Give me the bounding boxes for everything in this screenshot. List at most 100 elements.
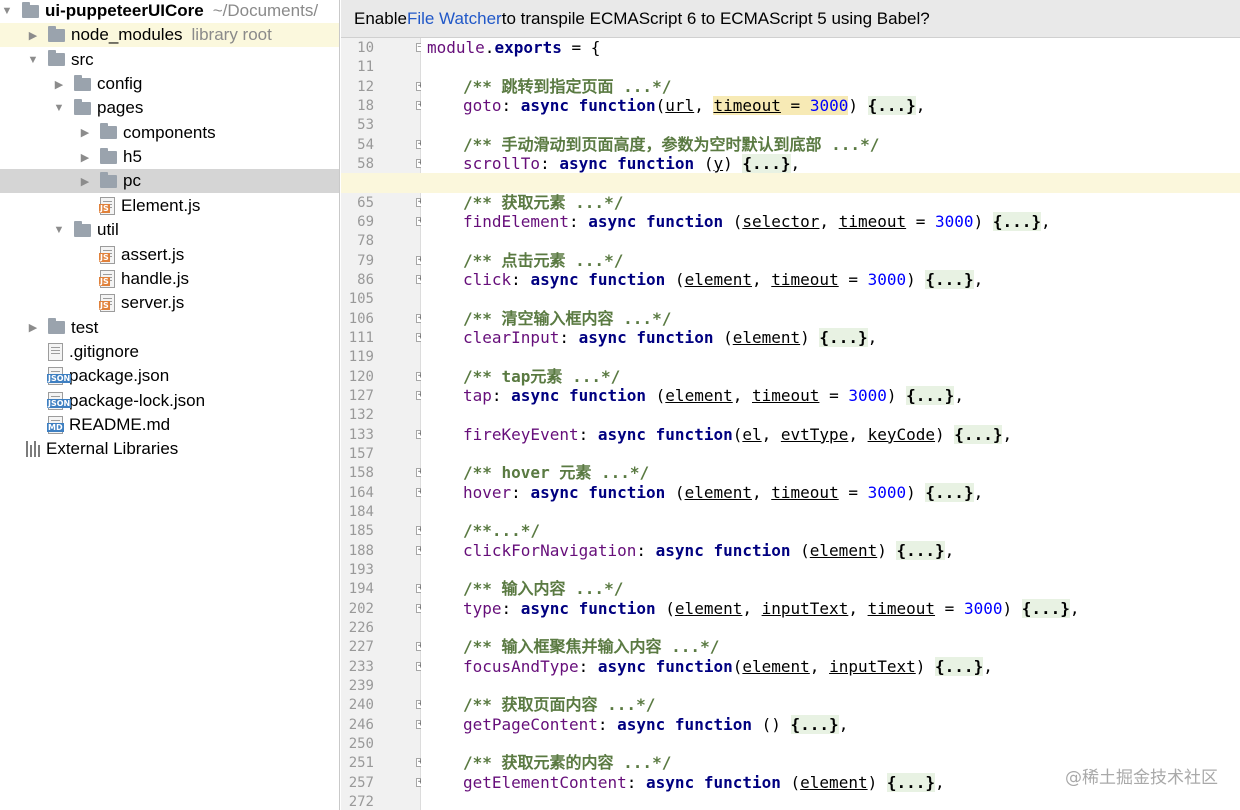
tree-item-src[interactable]: ▼ src [0,48,339,72]
code-token: element [684,269,752,289]
code-line[interactable]: fireKeyEvent: async function(el, evtType… [463,424,1012,445]
code-token: y [713,153,724,173]
watermark: @稀土掘金技术社区 [1065,768,1218,788]
code-line[interactable]: clearInput: async function (element) {..… [463,327,877,348]
folded-block[interactable]: {...} [992,211,1041,231]
tree-item-assert-js[interactable]: JS assert.js [0,243,339,267]
code-token: , [809,656,830,676]
line-number: 193 [348,561,374,578]
code-line[interactable]: findElement: async function (selector, t… [463,211,1051,232]
code-line[interactable]: scrollTo: async function (y) {...}, [463,153,800,174]
code-token: keyCode [867,424,936,444]
tree-item-components[interactable]: ▶ components [0,121,339,145]
line-number: 54 [357,136,374,153]
code-token: ( [780,772,801,792]
tree-item-util[interactable]: ▼ util [0,218,339,242]
tree-item-label: External Libraries [46,439,179,459]
code-token: : [578,656,598,676]
current-line-highlight [341,173,1240,194]
chevron-right-icon[interactable]: ▶ [78,126,92,139]
folded-block[interactable]: {...} [742,153,791,173]
tree-item-pc[interactable]: ▶ pc [0,169,339,194]
code-line[interactable]: getElementContent: async function (eleme… [463,772,945,793]
tree-item-node-modules[interactable]: ▶ node_modules library root [0,23,339,48]
code-token: ( [655,598,675,618]
code-line[interactable]: focusAndType: async function(element, in… [463,656,993,677]
code-line[interactable]: module.exports = { [427,38,600,58]
line-number: 11 [357,59,374,76]
folded-block[interactable]: {...} [935,656,984,676]
folded-block[interactable]: {...} [925,482,974,502]
js-tag: JS [99,276,110,286]
tree-item-readme-md[interactable]: MD README.md [0,413,339,437]
tree-item-handle-js[interactable]: JS handle.js [0,267,339,291]
chevron-right-icon[interactable]: ▶ [52,78,66,91]
folded-block[interactable]: {...} [1021,598,1070,618]
code-token: = [819,385,849,405]
code-line[interactable]: /** 输入框聚焦并输入内容 ...*/ [463,637,719,657]
tree-item-gitignore[interactable]: .gitignore [0,340,339,364]
folded-block[interactable]: {...} [954,424,1003,444]
tree-item-external-libraries[interactable]: External Libraries [0,437,339,461]
code-line[interactable]: hover: async function (element, timeout … [463,482,983,503]
chevron-right-icon[interactable]: ▶ [78,175,92,188]
code-line[interactable]: /** 获取页面内容 ...*/ [463,695,655,715]
folded-block[interactable]: {...} [925,269,974,289]
code-token: click [463,269,512,289]
chevron-right-icon[interactable]: ▶ [26,29,40,42]
chevron-down-icon[interactable]: ▼ [52,102,66,114]
line-number: 120 [348,368,374,385]
code-token: /** 获取元素的内容 ...*/ [463,753,672,773]
line-number: 164 [348,484,374,501]
folded-block[interactable]: {...} [906,385,955,405]
code-line[interactable]: type: async function (element, inputText… [463,598,1080,619]
line-number: 10 [357,40,374,56]
code-line[interactable]: clickForNavigation: async function (elem… [463,540,954,561]
tree-item-package-json[interactable]: JSON package.json [0,364,339,388]
folded-block[interactable]: {...} [896,540,945,560]
folded-block[interactable]: {...} [790,714,839,734]
chevron-right-icon[interactable]: ▶ [26,321,40,334]
tree-item-ui-puppeteeruicore[interactable]: ▼ ui-puppeteerUICore ~/Documents/ [0,0,339,23]
code-token: , [848,598,868,618]
chevron-right-icon[interactable]: ▶ [78,151,92,164]
code-line[interactable]: /** hover 元素 ...*/ [463,463,649,483]
folded-block[interactable]: {...} [819,327,868,347]
code-line[interactable]: /** 手动滑动到页面高度，参数为空时默认到底部 ...*/ [463,135,879,155]
tree-item-pages[interactable]: ▼ pages [0,96,339,120]
tree-item-package-lock-json[interactable]: JSON package-lock.json [0,389,339,413]
code-token: 3000 [963,598,1003,618]
code-line[interactable]: getPageContent: async function () {...}, [463,714,848,735]
code-token: ) [906,482,926,502]
chevron-down-icon[interactable]: ▼ [0,5,14,17]
tree-item-h5[interactable]: ▶ h5 [0,145,339,169]
code-line[interactable]: /** 跳转到指定页面 ...*/ [463,77,671,97]
code-line[interactable]: /** 获取元素的内容 ...*/ [463,753,671,773]
code-line[interactable]: /** tap元素 ...*/ [463,367,620,387]
tree-item-label: Element.js [121,195,201,215]
folded-block[interactable]: {...} [886,772,936,792]
code-line[interactable]: /** 获取元素 ...*/ [463,193,623,213]
code-editor[interactable]: module.exports = { /** 跳转到指定页面 ...*/goto:… [341,38,1240,810]
code-line[interactable]: /**...*/ [463,521,540,541]
folder-icon [100,147,117,164]
code-line[interactable]: goto: async function(url, timeout = 3000… [463,95,925,116]
chevron-down-icon[interactable]: ▼ [52,224,66,236]
file-watcher-link[interactable]: File Watcher [407,9,502,29]
code-line[interactable]: tap: async function (element, timeout = … [463,385,964,406]
code-line[interactable]: /** 清空输入框内容 ...*/ [463,309,671,329]
folded-block[interactable]: {...} [867,95,916,115]
code-token: /** 清空输入框内容 ...*/ [463,308,672,328]
chevron-down-icon[interactable]: ▼ [26,54,40,66]
code-token: ) [867,772,887,792]
code-line[interactable]: click: async function (element, timeout … [463,269,983,290]
code-line[interactable]: /** 点击元素 ...*/ [463,251,623,271]
tree-item-test[interactable]: ▶ test [0,316,339,340]
code-token: type [463,598,502,618]
code-token: /** 跳转到指定页面 ...*/ [463,76,672,96]
js-tag: JS [99,252,110,262]
tree-item-server-js[interactable]: JS server.js [0,291,339,315]
code-line[interactable]: /** 输入内容 ...*/ [463,579,623,599]
tree-item-element-js[interactable]: JS Element.js [0,194,339,218]
tree-item-config[interactable]: ▶ config [0,72,339,96]
